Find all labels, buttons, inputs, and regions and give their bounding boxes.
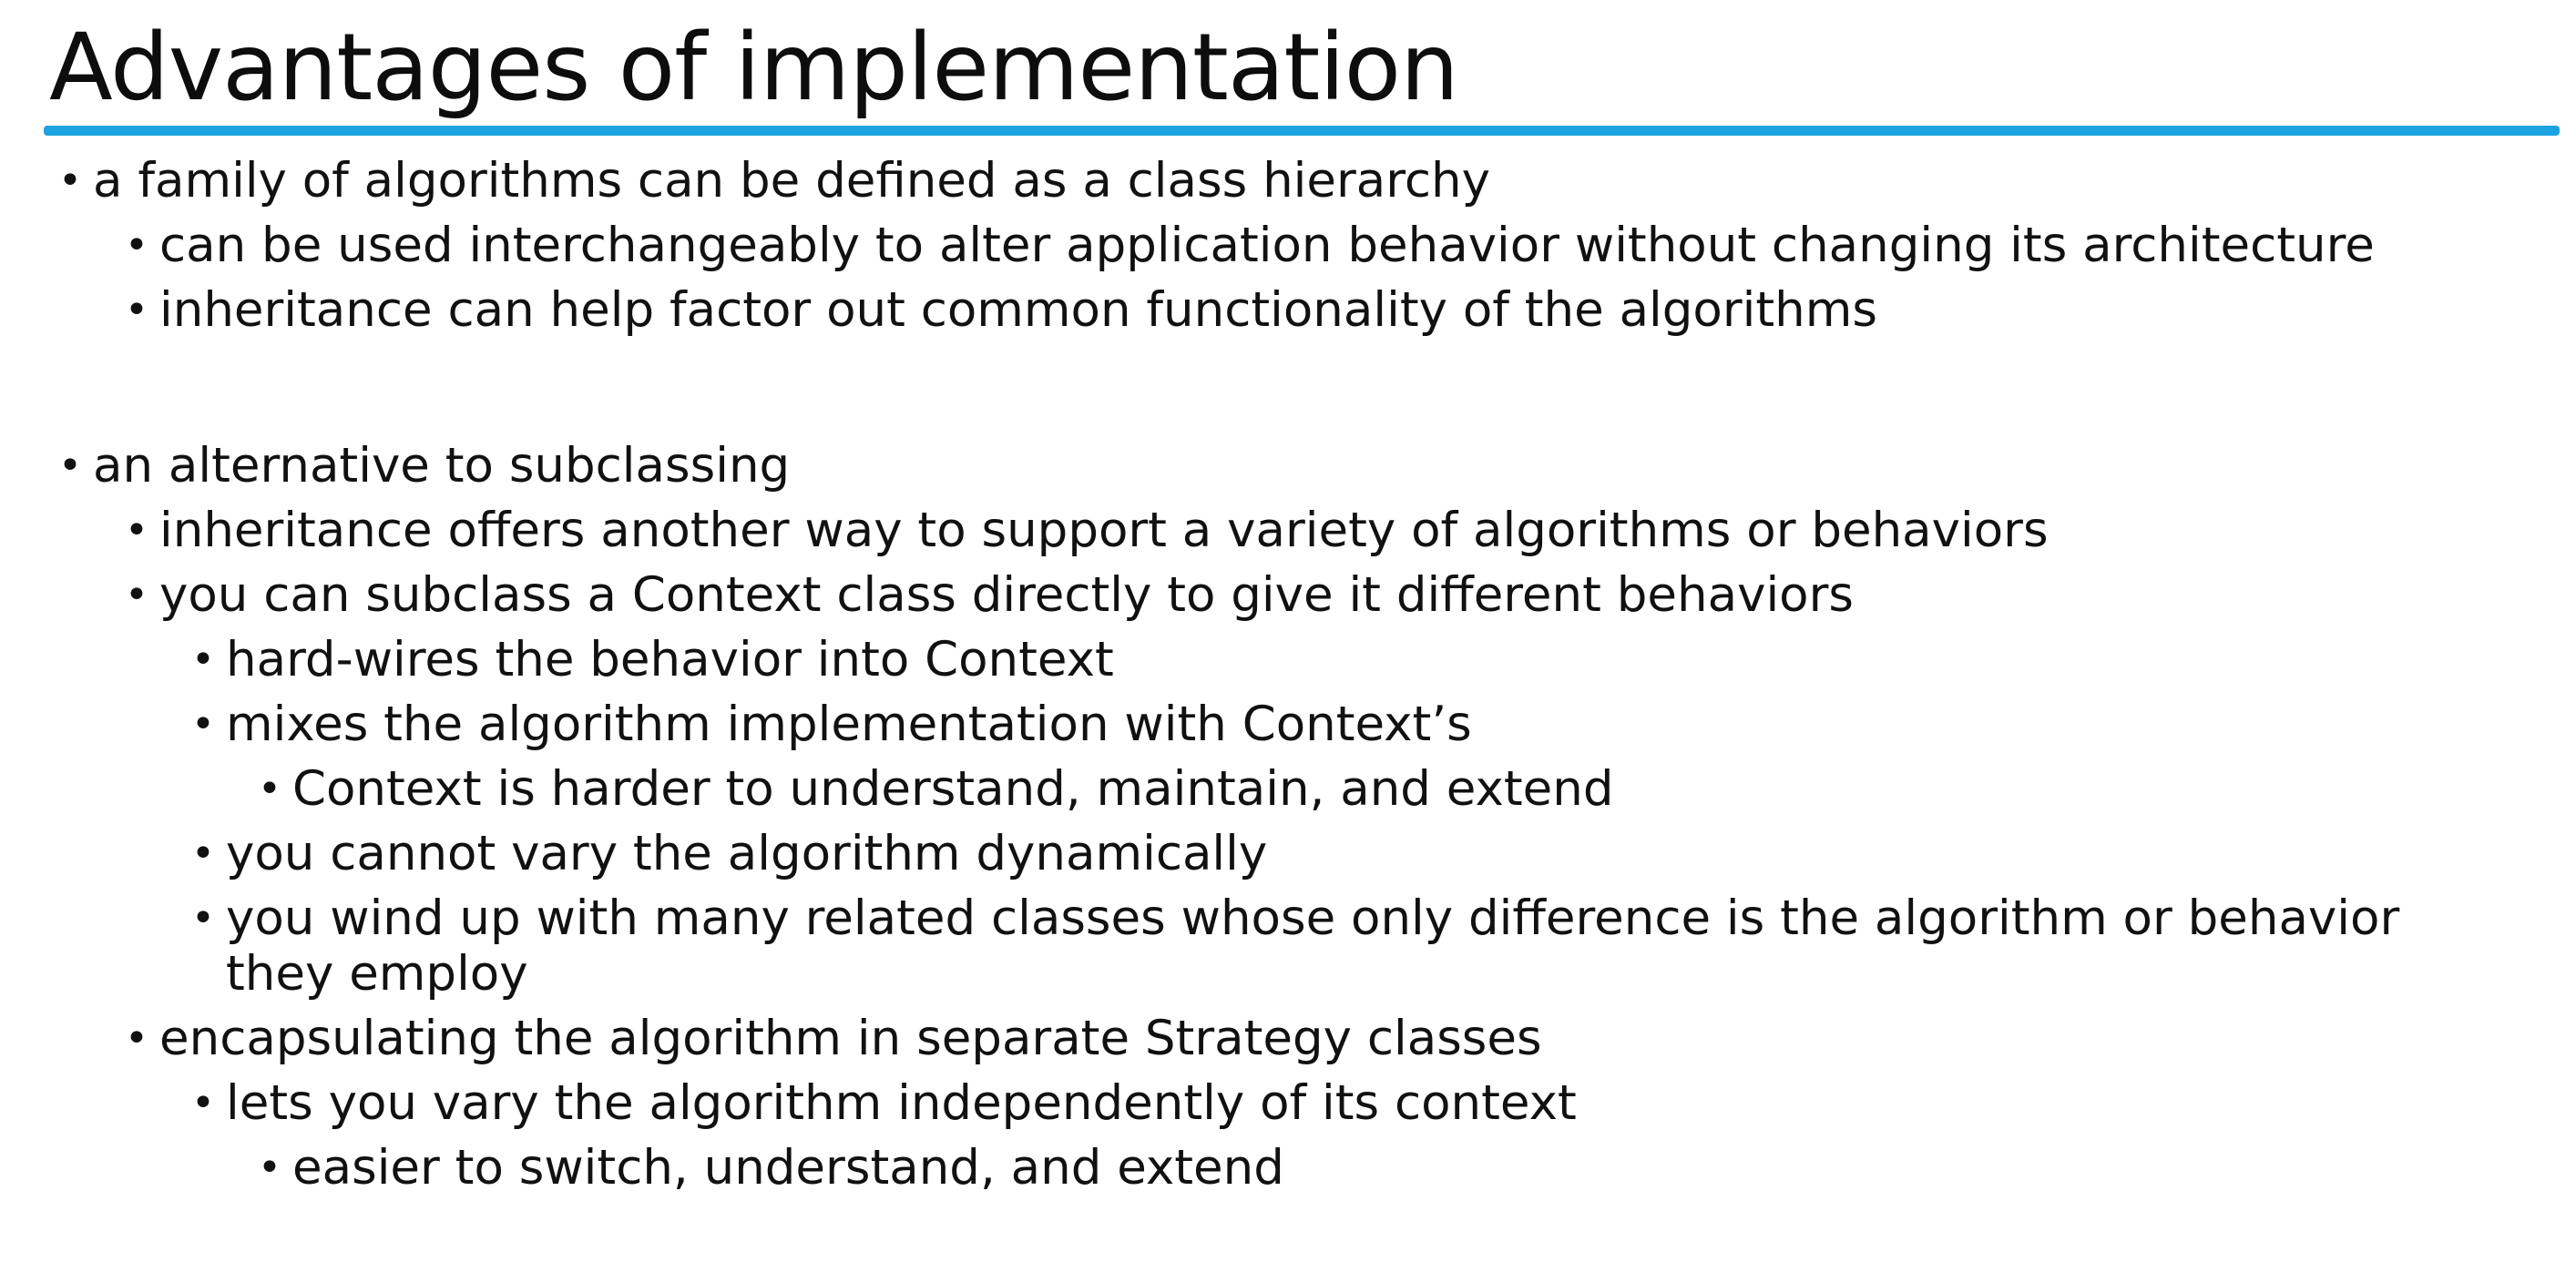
bullet-icon: • [191,636,215,683]
bullet-item: • inheritance offers another way to supp… [0,503,2576,558]
bullet-icon: • [125,1015,148,1062]
bullet-text: inheritance offers another way to suppor… [159,503,2049,558]
bullet-icon: • [125,287,148,333]
bullet-text: encapsulating the algorithm in separate … [159,1011,1542,1066]
slide: Advantages of implementation • a family … [0,0,2576,1262]
bullet-item: • inheritance can help factor out common… [0,282,2576,338]
bullet-item: • you cannot vary the algorithm dynamica… [0,826,2576,881]
bullet-icon: • [191,830,215,877]
bullet-text: easier to switch, understand, and extend [292,1140,1284,1196]
bullet-text: lets you vary the algorithm independentl… [226,1075,1577,1131]
bullet-item: • Context is harder to understand, maint… [0,761,2576,817]
bullet-item: • you wind up with many related classes … [0,891,2576,1002]
bullet-text: inheritance can help factor out common f… [159,282,1877,338]
bullet-item: • mixes the algorithm implementation wit… [0,697,2576,752]
bullet-item: • you can subclass a Context class direc… [0,567,2576,623]
bullet-item: • hard-wires the behavior into Context [0,632,2576,687]
bullet-text: you wind up with many related classes wh… [226,891,2400,1002]
bullet-icon: • [125,507,148,554]
bullet-text: mixes the algorithm implementation with … [226,697,1472,752]
bullet-icon: • [125,572,148,618]
bullet-text: can be used interchangeably to alter app… [159,218,2375,273]
bullet-item: • easier to switch, understand, and exte… [0,1140,2576,1196]
bullet-icon: • [258,766,281,812]
section-spacer [0,347,2576,438]
bullet-icon: • [191,895,215,941]
bullet-icon: • [125,222,148,269]
bullet-icon: • [258,1145,281,1191]
bullet-item: • lets you vary the algorithm independen… [0,1075,2576,1131]
bullet-text: Context is harder to understand, maintai… [292,761,1614,817]
bullet-icon: • [58,158,82,204]
bullet-text: a family of algorithms can be defined as… [93,153,1490,209]
bullet-text: you can subclass a Context class directl… [159,567,1854,623]
bullet-item: • an alternative to subclassing [0,438,2576,494]
bullet-icon: • [191,1080,215,1126]
bullet-list: • a family of algorithms can be defined … [0,153,2576,1205]
bullet-text: hard-wires the behavior into Context [226,632,1114,687]
slide-title: Advantages of implementation [49,14,1459,122]
bullet-item: • encapsulating the algorithm in separat… [0,1011,2576,1066]
bullet-item: • can be used interchangeably to alter a… [0,218,2576,273]
bullet-icon: • [58,443,82,489]
title-underline [44,126,2560,136]
bullet-item: • a family of algorithms can be defined … [0,153,2576,209]
bullet-icon: • [191,701,215,748]
bullet-text: you cannot vary the algorithm dynamicall… [226,826,1268,881]
bullet-text: an alternative to subclassing [93,438,791,494]
